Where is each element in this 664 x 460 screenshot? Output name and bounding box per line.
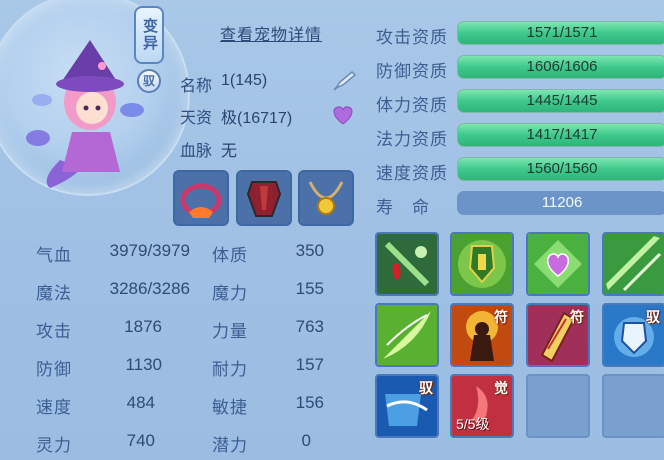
stat-value-magic: 155	[295, 279, 324, 298]
talent-value: 极(16717)	[221, 110, 293, 127]
aptitude-label-stamina: 体力资质	[376, 96, 448, 115]
skill-slot-empty[interactable]	[602, 374, 664, 438]
tame-badge: 驭	[137, 69, 161, 93]
tame-tag: 驭	[646, 309, 660, 325]
aptitude-label-defense: 防御资质	[376, 62, 448, 81]
aptitude-bar-attack: 1571/1571	[457, 21, 664, 45]
talisman-tag: 符	[570, 309, 584, 325]
amulet-item-icon	[300, 172, 352, 224]
variant-badge: 变异	[134, 6, 164, 64]
stat-value-spirit: 740	[126, 431, 155, 450]
skill-slot-3[interactable]	[526, 232, 590, 296]
stat-label-mp: 魔法	[36, 284, 72, 303]
stat-label-defense: 防御	[36, 360, 72, 379]
stat-label-constitution: 体质	[212, 246, 248, 265]
stat-label-attack: 攻击	[36, 322, 72, 341]
heart-icon[interactable]	[330, 104, 356, 126]
aptitude-bar-speed: 1560/1560	[457, 157, 664, 181]
stat-value-strength: 763	[295, 317, 324, 336]
stat-label-magic: 魔力	[212, 284, 248, 303]
awaken-level-label: 5/5级	[456, 416, 490, 432]
aptitude-label-attack: 攻击资质	[376, 28, 448, 47]
heart-heal-skill-icon	[528, 234, 588, 294]
aptitude-bar-defense: 1606/1606	[457, 55, 664, 79]
stat-label-hp: 气血	[36, 246, 72, 265]
skill-slot-9[interactable]: 驭	[375, 374, 439, 438]
stat-label-agility: 敏捷	[212, 398, 248, 417]
stat-value-speed: 484	[126, 393, 155, 412]
skill-slot-10[interactable]: 觉 5/5级	[450, 374, 514, 438]
skill-slot-5[interactable]	[375, 303, 439, 367]
skill-slot-empty[interactable]	[526, 374, 590, 438]
bloodline-label: 血脉	[180, 143, 213, 160]
skill-slot-4[interactable]	[602, 232, 664, 296]
stat-value-defense: 1130	[125, 355, 162, 374]
collar-item-icon	[175, 172, 227, 224]
awaken-tag: 觉	[494, 380, 508, 396]
stat-value-hp: 3979/3979	[109, 241, 190, 260]
blood-skill-icon	[377, 234, 437, 294]
armor-item-icon	[238, 172, 290, 224]
aptitude-label-mana: 法力资质	[376, 130, 448, 149]
stat-value-endurance: 157	[295, 355, 324, 374]
stat-label-endurance: 耐力	[212, 360, 248, 379]
view-pet-details-link[interactable]: 查看宠物详情	[220, 21, 322, 45]
skill-slot-1[interactable]	[375, 232, 439, 296]
stat-label-speed: 速度	[36, 398, 72, 417]
skill-slot-8[interactable]: 驭	[602, 303, 664, 367]
stat-value-attack: 1876	[124, 317, 162, 336]
aptitude-bar-stamina: 1445/1445	[457, 89, 664, 113]
shield-buff-skill-icon	[452, 234, 512, 294]
leaf-skill-icon	[377, 305, 437, 365]
bloodline-value: 无	[221, 143, 238, 160]
tame-tag: 驭	[419, 380, 433, 396]
lifespan-label: 寿 命	[376, 198, 430, 217]
equip-slot-amulet[interactable]	[298, 170, 354, 226]
skill-slot-6[interactable]: 符	[450, 303, 514, 367]
rename-pencil-icon[interactable]	[330, 68, 358, 92]
pet-name-value: 1(145)	[221, 72, 268, 89]
name-label: 名称	[180, 78, 213, 95]
stat-value-potential: 0	[301, 431, 311, 450]
talisman-tag: 符	[494, 309, 508, 325]
skill-slot-7[interactable]: 符	[526, 303, 590, 367]
stat-label-strength: 力量	[212, 322, 248, 341]
lifespan-bar: 11206	[457, 191, 664, 215]
aptitude-bar-mana: 1417/1417	[457, 123, 664, 147]
aptitude-label-speed: 速度资质	[376, 164, 448, 183]
stat-value-mp: 3286/3286	[109, 279, 190, 298]
stat-value-constitution: 350	[295, 241, 324, 260]
wind-slash-skill-icon	[604, 234, 664, 294]
stat-label-spirit: 灵力	[36, 436, 72, 455]
equip-slot-collar[interactable]	[173, 170, 229, 226]
stat-value-agility: 156	[295, 393, 324, 412]
talent-label: 天资	[180, 110, 213, 127]
equip-slot-armor[interactable]	[236, 170, 292, 226]
skill-slot-2[interactable]	[450, 232, 514, 296]
stat-label-potential: 潜力	[212, 436, 248, 455]
